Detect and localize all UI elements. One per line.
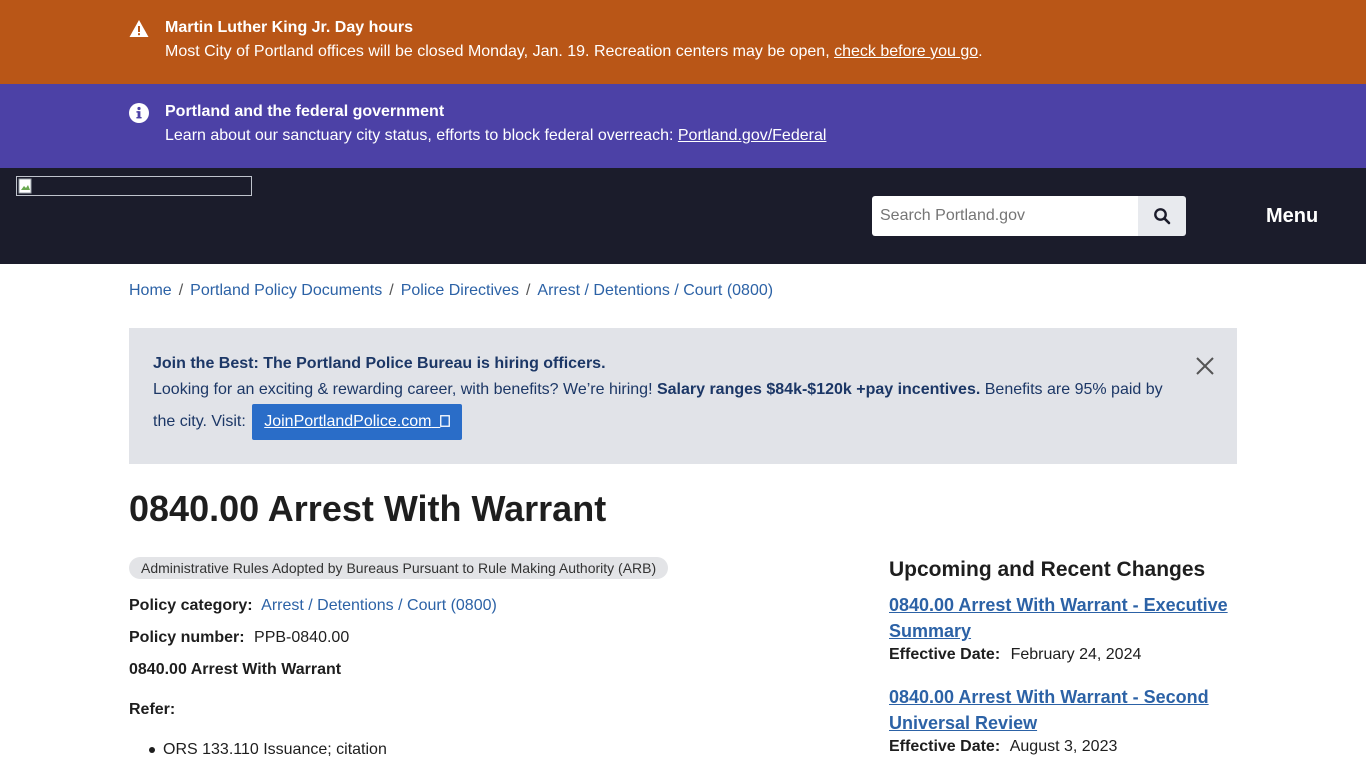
federal-alert-banner: Portland and the federal government Lear… bbox=[0, 84, 1366, 168]
warning-icon bbox=[129, 20, 149, 37]
promo-salary-text: Salary ranges $84k-$120k +pay incentives… bbox=[656, 381, 981, 398]
promo-body: Looking for an exciting & rewarding care… bbox=[153, 375, 1173, 440]
policy-number-label: Policy number: bbox=[129, 629, 245, 646]
breadcrumb-arrest-detentions-court[interactable]: Arrest / Detentions / Court (0800) bbox=[537, 282, 773, 299]
document-type-badge[interactable]: Administrative Rules Adopted by Bureaus … bbox=[129, 557, 669, 579]
join-button-label: JoinPortlandPolice.com bbox=[264, 413, 432, 430]
effective-date-value: February 24, 2024 bbox=[1010, 646, 1142, 663]
alert-body-text: Most City of Portland offices will be cl… bbox=[165, 43, 835, 60]
effective-date: Effective Date: August 3, 2023 bbox=[889, 737, 1117, 757]
search-button[interactable] bbox=[1138, 196, 1186, 236]
promo-title: Join the Best: The Portland Police Burea… bbox=[153, 355, 606, 372]
change-link-executive-summary[interactable]: 0840.00 Arrest With Warrant - Executive … bbox=[889, 592, 1239, 644]
recent-changes-title: Upcoming and Recent Changes bbox=[889, 558, 1206, 581]
site-header: Menu bbox=[0, 168, 1366, 264]
close-icon[interactable] bbox=[1195, 356, 1215, 376]
breadcrumb-separator: / bbox=[389, 282, 394, 299]
search-icon bbox=[1154, 208, 1171, 225]
menu-button[interactable]: Menu bbox=[1266, 205, 1318, 227]
join-portland-police-button[interactable]: JoinPortlandPolice.com bbox=[252, 404, 463, 440]
list-item: ORS 133.110 Issuance; citation bbox=[149, 740, 387, 760]
external-link-icon bbox=[440, 415, 451, 427]
hiring-promo-banner: Join the Best: The Portland Police Burea… bbox=[129, 328, 1237, 464]
check-before-you-go-link[interactable]: check before you go bbox=[834, 43, 978, 60]
city-logo[interactable] bbox=[16, 176, 252, 196]
promo-text: Looking for an exciting & rewarding care… bbox=[153, 381, 657, 398]
holiday-alert-banner: Martin Luther King Jr. Day hours Most Ci… bbox=[0, 0, 1366, 84]
breadcrumb-separator: / bbox=[525, 282, 531, 299]
alert-body-text: Learn about our sanctuary city status, e… bbox=[165, 127, 678, 144]
policy-number-value: PPB-0840.00 bbox=[254, 629, 350, 646]
search-input[interactable] bbox=[872, 196, 1138, 236]
policy-category: Policy category: Arrest / Detentions / C… bbox=[129, 596, 497, 616]
breadcrumb-policy-documents[interactable]: Portland Policy Documents bbox=[190, 282, 382, 299]
effective-date-value: August 3, 2023 bbox=[1009, 738, 1118, 755]
breadcrumb-home[interactable]: Home bbox=[129, 282, 172, 299]
portland-federal-link[interactable]: Portland.gov/Federal bbox=[678, 127, 827, 144]
page-title: 0840.00 Arrest With Warrant bbox=[129, 488, 607, 529]
effective-date: Effective Date: February 24, 2024 bbox=[889, 645, 1141, 665]
breadcrumb-police-directives[interactable]: Police Directives bbox=[401, 282, 519, 299]
bullet-icon bbox=[149, 746, 155, 753]
refer-heading: Refer: bbox=[129, 701, 176, 718]
refer-item-text: ORS 133.110 Issuance; citation bbox=[163, 741, 387, 758]
policy-category-label: Policy category: bbox=[129, 597, 253, 614]
alert-text: Most City of Portland offices will be cl… bbox=[165, 42, 983, 62]
policy-category-link[interactable]: Arrest / Detentions / Court (0800) bbox=[261, 597, 497, 614]
alert-text: Learn about our sanctuary city status, e… bbox=[165, 126, 826, 146]
alert-suffix: . bbox=[978, 43, 983, 60]
effective-date-label: Effective Date: bbox=[889, 738, 1001, 755]
alert-title: Martin Luther King Jr. Day hours bbox=[165, 19, 414, 36]
info-icon bbox=[129, 103, 149, 123]
policy-number: Policy number: PPB-0840.00 bbox=[129, 628, 349, 648]
policy-subheading: 0840.00 Arrest With Warrant bbox=[129, 661, 342, 678]
broken-image-icon bbox=[18, 178, 32, 194]
breadcrumb-separator: / bbox=[178, 282, 184, 299]
alert-title: Portland and the federal government bbox=[165, 103, 445, 120]
effective-date-label: Effective Date: bbox=[889, 646, 1001, 663]
breadcrumb: Home / Portland Policy Documents / Police Di… bbox=[129, 281, 773, 301]
change-link-second-universal-review[interactable]: 0840.00 Arrest With Warrant - Second Uni… bbox=[889, 684, 1239, 736]
